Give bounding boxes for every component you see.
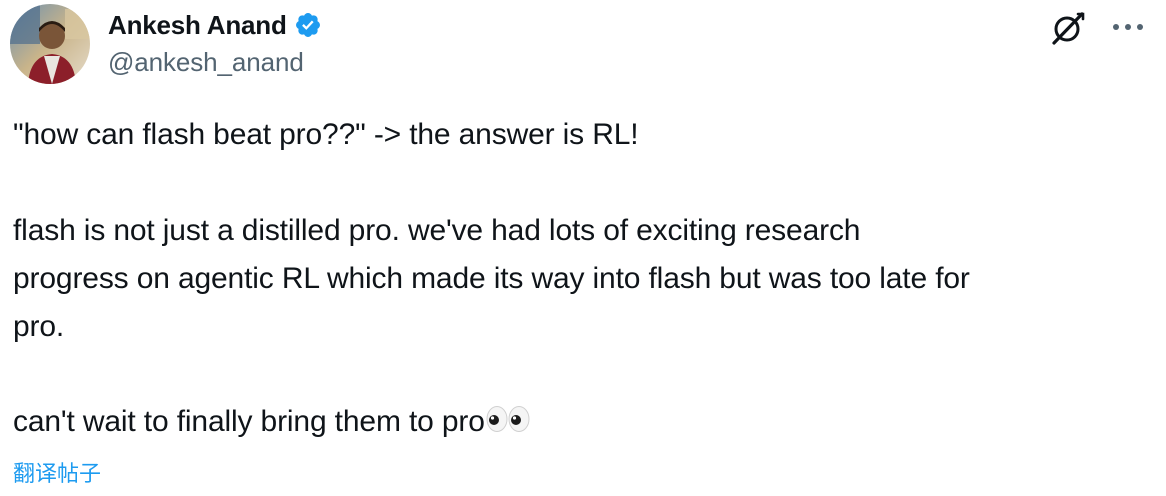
tweet-text-line: progress on agentic RL which made its wa… bbox=[13, 262, 970, 295]
tweet-text-content: can't wait to finally bring them to pro bbox=[13, 405, 485, 438]
tweet-text-line-last: can't wait to finally bring them to pro bbox=[13, 405, 1153, 441]
verified-badge-icon bbox=[294, 11, 322, 39]
author-display-name[interactable]: Ankesh Anand bbox=[108, 10, 287, 41]
more-options-icon[interactable] bbox=[1108, 10, 1148, 46]
translate-post-link[interactable]: 翻译帖子 bbox=[13, 456, 101, 488]
tweet-card: Ankesh Anand @ankesh_anand "how can flas… bbox=[0, 0, 1166, 496]
avatar[interactable] bbox=[10, 4, 90, 84]
author-name-row: Ankesh Anand bbox=[108, 8, 322, 42]
eyes-emoji-icon bbox=[486, 405, 530, 441]
tweet-text-line: "how can flash beat pro??" -> the answer… bbox=[13, 118, 639, 151]
grok-icon[interactable] bbox=[1050, 10, 1086, 46]
tweet-text-line: flash is not just a distilled pro. we've… bbox=[13, 214, 861, 247]
tweet-text-line: pro. bbox=[13, 310, 65, 343]
author-handle[interactable]: @ankesh_anand bbox=[108, 47, 304, 78]
